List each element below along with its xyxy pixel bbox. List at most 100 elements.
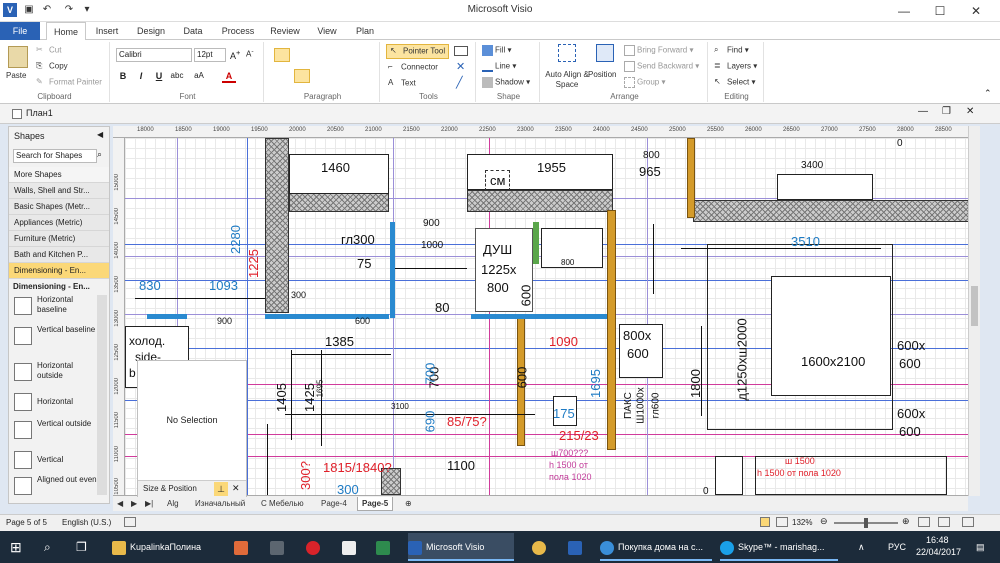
align-bottom-icon[interactable] (314, 48, 330, 62)
align-right-icon[interactable] (314, 69, 330, 83)
align-top-icon[interactable] (274, 48, 290, 62)
sheet-nav-icon[interactable]: ▶| (141, 497, 157, 511)
line-tool-icon[interactable]: ╱ (456, 76, 463, 89)
tab-view[interactable]: View (312, 22, 342, 40)
shadow-button[interactable]: Shadow ▾ (482, 77, 530, 88)
sheet-nav-icon[interactable]: ◀ (113, 497, 127, 511)
auto-align-icon[interactable] (558, 44, 576, 62)
zoom-slider-thumb[interactable] (864, 518, 868, 528)
shapes-search-input[interactable]: Search for Shapes (13, 149, 97, 163)
minimize-button[interactable]: — (886, 0, 922, 22)
paste-icon[interactable] (8, 46, 28, 68)
scroll-thumb[interactable] (971, 286, 978, 326)
taskbar-app-icon[interactable] (342, 533, 362, 561)
collapse-ribbon-icon[interactable]: ⌃ (984, 88, 992, 99)
clock-date[interactable]: 22/04/2017 (916, 547, 961, 557)
windows-start-icon[interactable]: ⊞ (10, 533, 32, 561)
sheet-tab-alg[interactable]: Alg (163, 497, 183, 511)
taskbar-app-icon[interactable] (234, 533, 254, 561)
tab-home[interactable]: Home (46, 22, 86, 41)
stencil-aligned-out-even[interactable]: Aligned out even (14, 475, 99, 505)
category-basic-shapes[interactable]: Basic Shapes (Metr... (9, 199, 109, 215)
page-indicator[interactable]: Page 5 of 5 (6, 518, 47, 527)
bold-icon[interactable]: B (116, 69, 130, 83)
macro-icon[interactable] (124, 517, 136, 527)
tab-data[interactable]: Data (178, 22, 208, 40)
size-position-close-icon[interactable]: ✕ (232, 483, 240, 494)
task-view-icon[interactable]: ❐ (76, 533, 96, 561)
position-icon[interactable] (596, 44, 614, 62)
italic-icon[interactable]: I (134, 69, 148, 83)
line-button[interactable]: Line ▾ (482, 61, 516, 72)
case-icon[interactable]: aA (192, 69, 206, 83)
shapes-scrollbar[interactable] (97, 295, 107, 495)
stencil-vertical-baseline[interactable]: Vertical baseline (14, 325, 99, 355)
stencil-horizontal-baseline[interactable]: Horizontal baseline (14, 295, 99, 325)
taskbar-app-icon[interactable] (376, 533, 396, 561)
layers-button[interactable]: ≣ Layers ▾ (714, 61, 757, 72)
zoom-level[interactable]: 132% (792, 518, 812, 527)
stencil-horizontal-outside[interactable]: Horizontal outside (14, 361, 99, 391)
drawing-canvas[interactable]: 1460 см 1955 965 800 3400 гл300 900 1000… (125, 138, 968, 495)
find-button[interactable]: ⌕ Find ▾ (714, 45, 749, 56)
close-x-icon[interactable]: ✕ (456, 60, 465, 73)
close-button[interactable]: ✕ (958, 0, 994, 22)
search-icon[interactable]: ⌕ (44, 533, 64, 561)
category-furniture[interactable]: Furniture (Metric) (9, 231, 109, 247)
align-middle-icon[interactable] (294, 48, 310, 62)
taskbar-app-icon[interactable] (270, 533, 290, 561)
fill-button[interactable]: Fill ▾ (482, 45, 511, 56)
language-indicator[interactable]: РУС (888, 533, 912, 561)
taskbar-app-icon[interactable] (532, 533, 552, 561)
doc-close-button[interactable]: ✕ (966, 106, 974, 117)
full-screen-icon[interactable] (760, 517, 770, 527)
vertical-scrollbar[interactable] (968, 126, 980, 496)
select-button[interactable]: ↖ Select ▾ (714, 77, 755, 88)
maximize-button[interactable]: ☐ (922, 0, 958, 22)
rectangle-tool-icon[interactable] (454, 46, 468, 56)
align-left-icon[interactable] (274, 69, 290, 83)
taskbar-ie[interactable]: Покупка дома на с... (600, 533, 712, 561)
strikethrough-icon[interactable]: abc (170, 69, 184, 83)
format-painter-button[interactable]: ✎ Format Painter (36, 77, 102, 88)
zoom-out-icon[interactable]: ⊖ (820, 516, 828, 527)
tab-file[interactable]: File (0, 22, 40, 40)
bring-forward-button[interactable]: Bring Forward ▾ (624, 45, 694, 56)
pin-icon[interactable]: ⊥ (214, 482, 228, 496)
doc-restore-button[interactable]: ❐ (942, 106, 951, 117)
tab-insert[interactable]: Insert (90, 22, 124, 40)
category-appliances[interactable]: Appliances (Metric) (9, 215, 109, 231)
doc-minimize-button[interactable]: — (918, 106, 928, 117)
taskbar-folder[interactable]: KupalinkaПолина (112, 533, 222, 561)
bullets-icon[interactable] (354, 69, 370, 83)
taskbar-visio[interactable]: Microsoft Visio (408, 533, 514, 561)
sheet-tab-page4[interactable]: Page-4 (317, 497, 351, 511)
taskbar-app-icon[interactable] (568, 533, 588, 561)
tab-process[interactable]: Process (218, 22, 258, 40)
category-dimensioning[interactable]: Dimensioning - En... (9, 263, 109, 279)
shrink-font-icon[interactable]: A- (246, 48, 254, 59)
shapes-collapse-icon[interactable]: ◀ (97, 130, 103, 139)
copy-button[interactable]: ⎘ Copy (36, 61, 68, 72)
font-size-box[interactable]: 12pt (194, 48, 226, 62)
category-walls[interactable]: Walls, Shell and Str... (9, 183, 109, 199)
category-more-shapes[interactable]: More Shapes (9, 167, 109, 183)
pan-zoom-icon[interactable] (938, 517, 950, 527)
notifications-icon[interactable]: ▤ (976, 533, 992, 561)
category-bath-kitchen[interactable]: Bath and Kitchen P... (9, 247, 109, 263)
tab-design[interactable]: Design (133, 22, 169, 40)
justify-icon[interactable] (334, 69, 350, 83)
switch-windows-icon[interactable] (962, 517, 974, 527)
tab-plan[interactable]: Plan (350, 22, 380, 40)
stencil-horizontal[interactable]: Horizontal (14, 391, 99, 421)
auto-align-button[interactable]: Auto Align & Space (544, 70, 590, 90)
tab-review[interactable]: Review (266, 22, 304, 40)
sheet-tab-initial[interactable]: Изначальный (191, 497, 249, 511)
sheet-tab-page5[interactable]: Page-5 (357, 497, 394, 511)
position-button[interactable]: Position (588, 70, 616, 79)
pointer-tool-button[interactable]: ↖ Pointer Tool (386, 44, 450, 59)
taskbar-app-icon[interactable] (306, 533, 326, 561)
clock-time[interactable]: 16:48 (926, 535, 949, 545)
stencil-vertical-outside[interactable]: Vertical outside (14, 419, 99, 449)
send-backward-button[interactable]: Send Backward ▾ (624, 61, 699, 72)
